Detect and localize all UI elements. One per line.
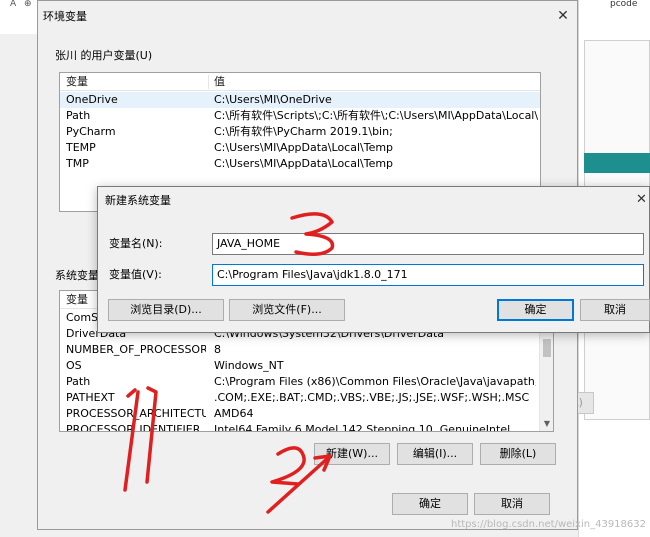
var-name: TMP [66, 157, 89, 170]
var-value: C:\所有软件\PyCharm 2019.1\bin; [214, 125, 393, 138]
variable-name-input[interactable]: JAVA_HOME [212, 233, 644, 255]
var-name: Path [66, 109, 91, 122]
background-app-label: pcode [610, 0, 638, 9]
new-variable-ok-button[interactable]: 确定 [497, 299, 574, 321]
list-item[interactable]: Path C:\所有软件\Scripts\;C:\所有软件\;C:\Users\… [60, 108, 540, 124]
background-app-banner [584, 153, 650, 173]
ok-button[interactable]: 确定 [392, 493, 468, 515]
list-item[interactable]: Path C:\Program Files (x86)\Common Files… [60, 374, 553, 390]
list-item[interactable]: PyCharm C:\所有软件\PyCharm 2019.1\bin; [60, 124, 540, 140]
new-variable-button[interactable]: 新建(W)... [314, 443, 390, 465]
browse-file-button[interactable]: 浏览文件(F)... [229, 299, 345, 321]
var-name: OS [66, 359, 82, 372]
toolbar-add-icon: ⊕ [24, 0, 32, 9]
browse-directory-button[interactable]: 浏览目录(D)... [108, 299, 224, 321]
dialog-title: 环境变量 [43, 10, 87, 23]
var-name: PyCharm [66, 125, 116, 138]
list-item[interactable]: PATHEXT .COM;.EXE;.BAT;.CMD;.VBS;.VBE;.J… [60, 390, 553, 406]
var-value: Windows_NT [214, 359, 284, 372]
list-item[interactable]: TEMP C:\Users\MI\AppData\Local\Temp [60, 140, 540, 156]
var-name: Path [66, 375, 91, 388]
edit-variable-button[interactable]: 编辑(I)... [397, 443, 473, 465]
new-variable-cancel-button[interactable]: 取消 [580, 299, 650, 321]
var-name: NUMBER_OF_PROCESSORS [66, 343, 206, 356]
var-value: 8 [214, 343, 221, 356]
var-value: C:\Users\MI\OneDrive [214, 93, 332, 106]
list-item[interactable]: OS Windows_NT [60, 358, 553, 374]
var-value: C:\Users\MI\AppData\Local\Temp [214, 157, 394, 170]
column-header-name[interactable]: 变量 [62, 73, 88, 91]
list-item[interactable]: OneDrive C:\Users\MI\OneDrive [60, 92, 540, 108]
close-icon[interactable]: ✕ [553, 6, 573, 26]
column-header-value[interactable]: 值 [210, 73, 225, 91]
var-name: PROCESSOR_ARCHITECTURE [66, 407, 206, 420]
user-variables-label: 张川 的用户变量(U) [55, 49, 153, 62]
variable-value-input[interactable]: C:\Program Files\Java\jdk1.8.0_171 [212, 264, 644, 286]
var-value: .COM;.EXE;.BAT;.CMD;.VBS;.VBE;.JS;.JSE;.… [214, 391, 530, 404]
var-value: C:\所有软件\Scripts\;C:\所有软件\;C:\Users\MI\Ap… [214, 109, 538, 122]
new-variable-dialog-title: 新建系统变量 [105, 194, 171, 207]
column-header-name[interactable]: 变量 [62, 291, 88, 309]
var-name: PATHEXT [66, 391, 115, 404]
var-value: Intel64 Family 6 Model 142 Stepping 10, … [214, 423, 511, 432]
variable-value-label: 变量值(V): [109, 268, 162, 281]
list-item[interactable]: TMP C:\Users\MI\AppData\Local\Temp [60, 156, 540, 172]
system-variables-label: 系统变量 [55, 269, 99, 282]
var-value: AMD64 [214, 407, 254, 420]
list-header: 变量 值 [60, 73, 540, 91]
var-value: C:\Users\MI\AppData\Local\Temp [214, 141, 394, 154]
variable-name-label: 变量名(N): [109, 237, 163, 250]
list-item[interactable]: PROCESSOR_IDENTIFIER Intel64 Family 6 Mo… [60, 422, 553, 432]
list-item[interactable]: NUMBER_OF_PROCESSORS 8 [60, 342, 553, 358]
var-value: C:\Program Files (x86)\Common Files\Orac… [214, 375, 536, 388]
list-item[interactable]: PROCESSOR_ARCHITECTURE AMD64 [60, 406, 553, 422]
var-name: TEMP [66, 141, 96, 154]
delete-variable-button[interactable]: 删除(L) [480, 443, 556, 465]
watermark: https://blog.csdn.net/weixin_43918632 [450, 519, 646, 530]
close-icon[interactable]: ✕ [636, 191, 650, 209]
cancel-button[interactable]: 取消 [474, 493, 550, 515]
scroll-down-icon[interactable]: ▼ [540, 417, 553, 431]
var-name: OneDrive [66, 93, 118, 106]
toolbar-font-icon: A [10, 0, 17, 9]
scroll-thumb[interactable] [543, 339, 551, 357]
var-name: PROCESSOR_IDENTIFIER [66, 423, 201, 432]
